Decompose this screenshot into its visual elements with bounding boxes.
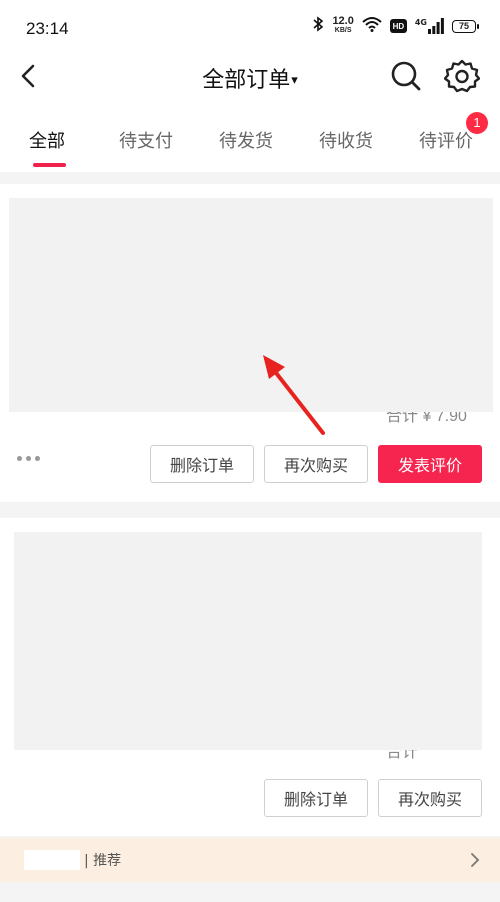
recommend-label: | 推荐 (84, 853, 122, 869)
tab-pending-receipt[interactable]: 待收货 (319, 127, 373, 153)
tab-all[interactable]: 全部 (29, 127, 65, 153)
annotation-arrow (263, 355, 325, 435)
order-tabs: 全部 待支付 待发货 待收货 待评价 (0, 100, 500, 172)
buy-again-button[interactable]: 再次购买 (264, 445, 368, 483)
status-bar: 23:14 12.0 KB/S HD 4G 75 (0, 0, 500, 52)
caret-down-icon: ▾ (291, 73, 298, 88)
battery-icon: 75 (452, 19, 479, 33)
order-content-redacted[interactable] (9, 198, 493, 412)
redacted-label (24, 850, 80, 870)
delete-order-button[interactable]: 删除订单 (264, 779, 368, 817)
page-title[interactable]: 全部订单▾ (0, 62, 500, 94)
search-icon (391, 61, 421, 91)
hd-icon: HD (389, 19, 407, 33)
chevron-right-icon (471, 853, 480, 867)
tab-pending-review[interactable]: 待评价 (419, 127, 473, 153)
settings-button[interactable] (443, 58, 481, 94)
more-options-icon[interactable] (17, 456, 40, 461)
status-time: 23:14 (26, 19, 69, 38)
page-title-text: 全部订单 (202, 68, 291, 93)
write-review-button[interactable]: 发表评价 (378, 445, 482, 483)
delete-order-button[interactable]: 删除订单 (150, 445, 254, 483)
active-tab-indicator (33, 163, 66, 167)
review-count-badge: 1 (466, 112, 488, 134)
order-card: 合计 ¥ 7.90 删除订单 再次购买 发表评价 (0, 184, 500, 502)
tab-pending-shipment[interactable]: 待发货 (219, 127, 273, 153)
gear-icon (443, 59, 481, 93)
network-speed: 12.0 KB/S (332, 15, 354, 35)
order-card: 合计 删除订单 再次购买 (0, 518, 500, 836)
wifi-icon (362, 16, 382, 36)
status-icons: 12.0 KB/S HD 4G 75 (312, 15, 479, 36)
search-button[interactable] (388, 58, 424, 94)
bluetooth-icon (312, 16, 324, 36)
order-content-redacted[interactable] (14, 532, 482, 750)
signal-icon: 4G (415, 18, 444, 34)
tab-pending-payment[interactable]: 待支付 (119, 127, 173, 153)
recommend-bar[interactable]: | 推荐 (0, 838, 500, 882)
nav-bar: 全部订单▾ (0, 52, 500, 100)
buy-again-button[interactable]: 再次购买 (378, 779, 482, 817)
